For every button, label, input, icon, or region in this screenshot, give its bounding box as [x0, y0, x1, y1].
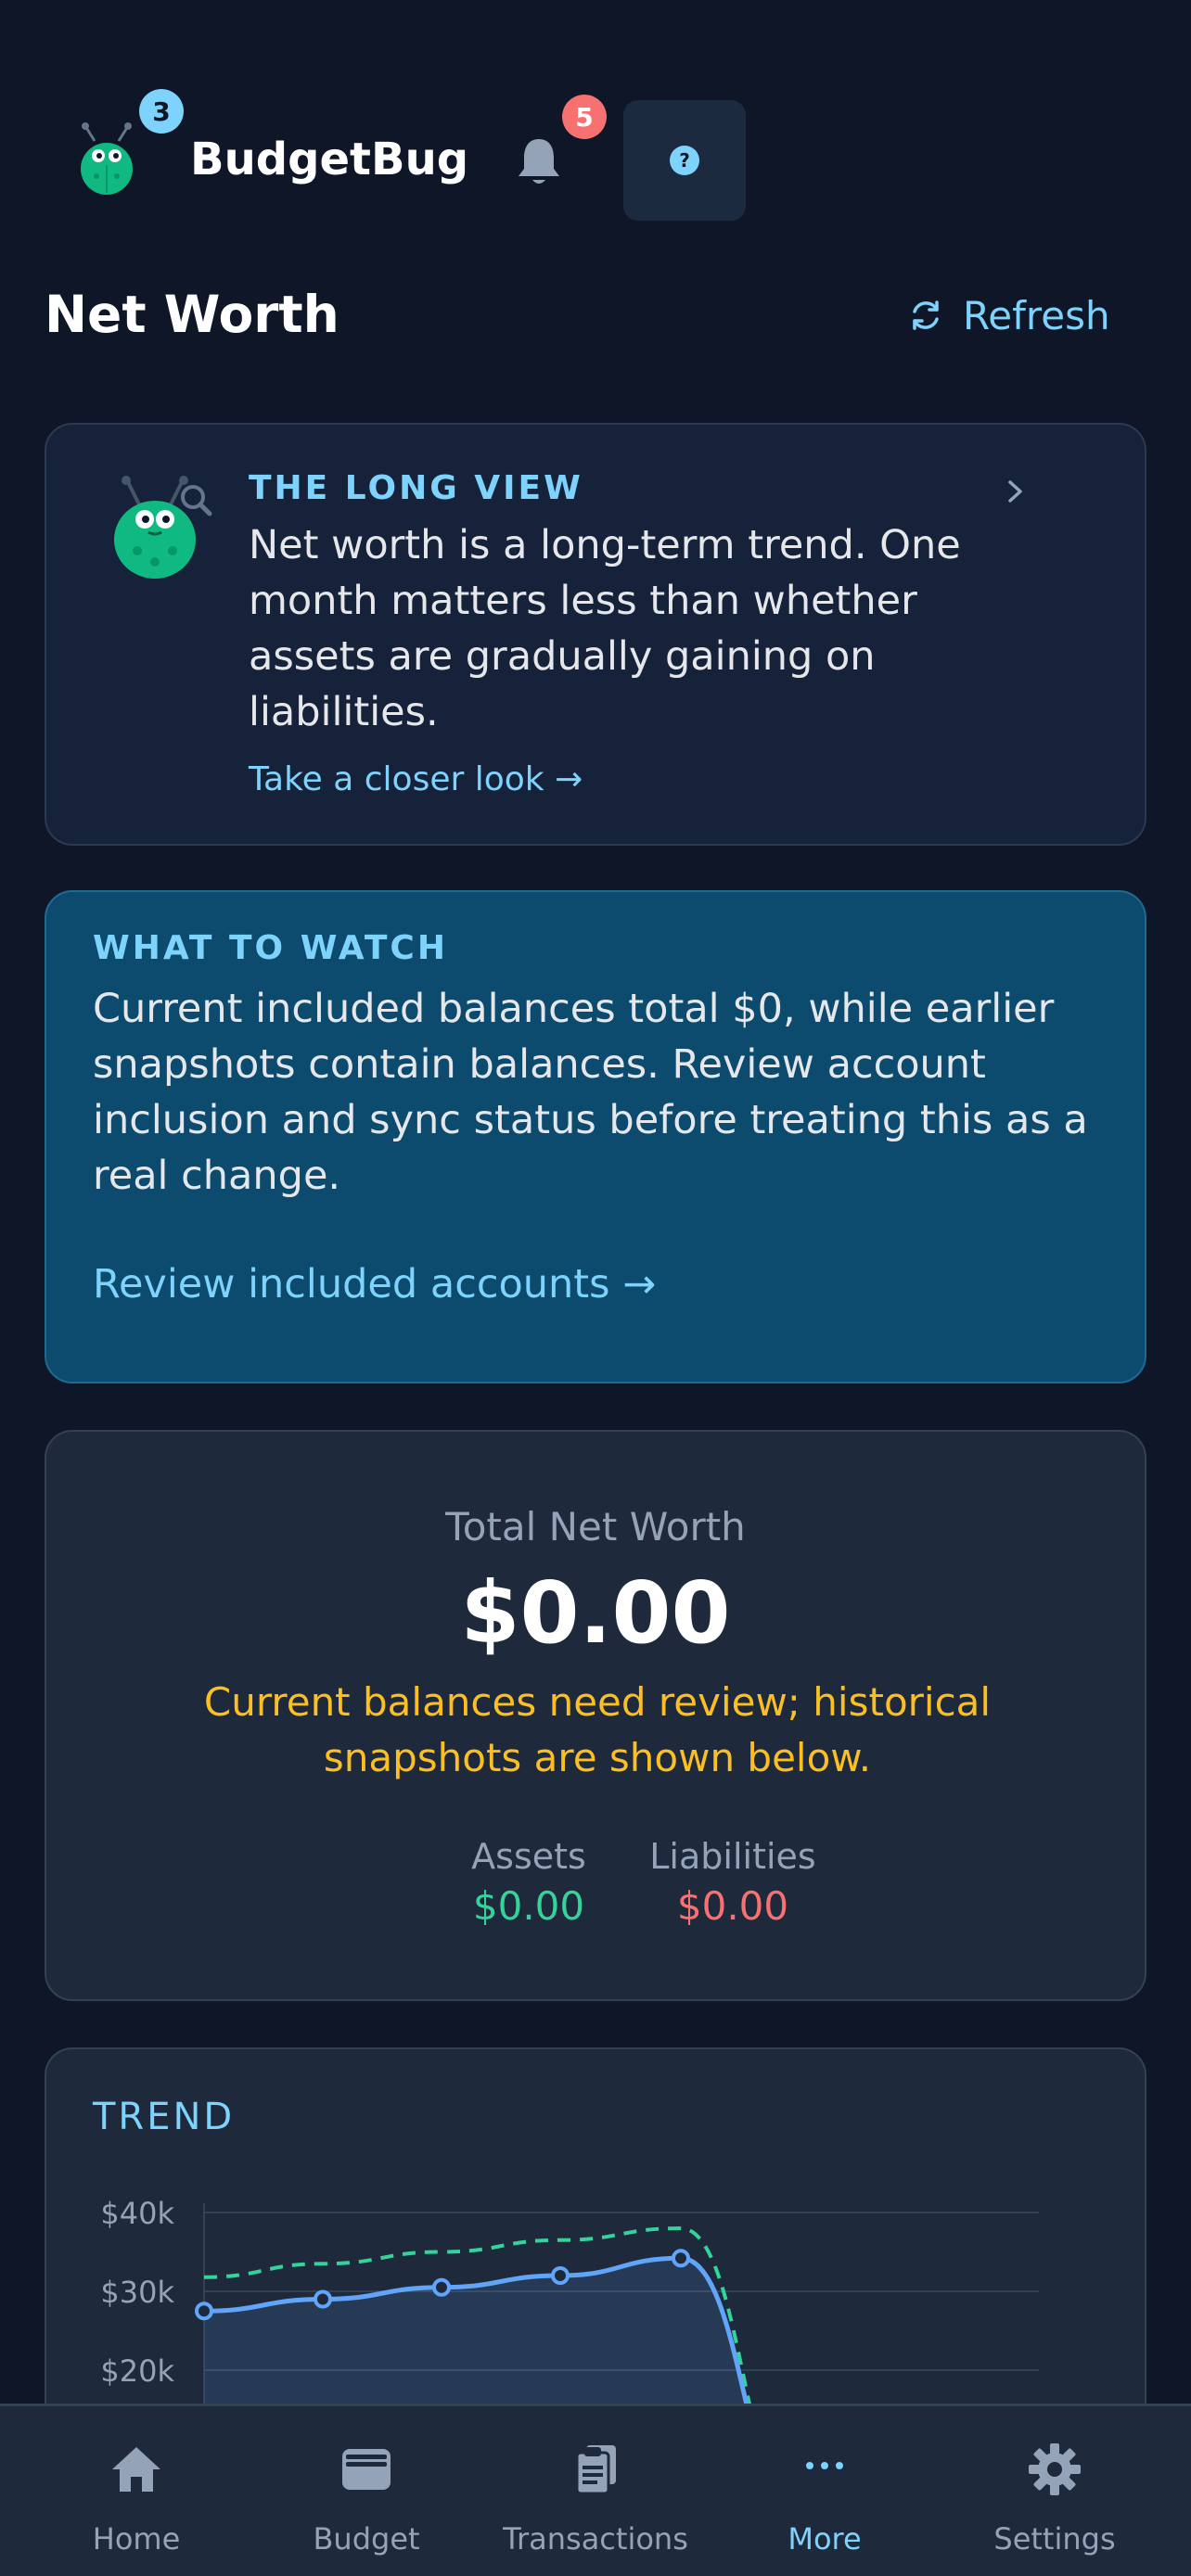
- assets-stat: Assets $0.00: [427, 1832, 631, 1932]
- bottom-nav: Home Budget Transactions More Settings: [0, 2404, 1191, 2576]
- nav-more-label: More: [788, 2521, 862, 2557]
- watch-text: Current included balances total $0, whil…: [93, 986, 1088, 1199]
- more-icon: [806, 2462, 843, 2469]
- total-net-worth-label: Total Net Worth: [445, 1504, 746, 1549]
- nav-settings[interactable]: Settings: [943, 2406, 1166, 2576]
- nav-more[interactable]: More: [713, 2406, 936, 2576]
- tip-text: Net worth is a long-term trend. One mont…: [249, 522, 961, 735]
- bell-icon[interactable]: [515, 135, 563, 187]
- watch-kicker: WHAT TO WATCH: [93, 929, 448, 967]
- nav-home[interactable]: Home: [25, 2406, 248, 2576]
- liabilities-label: Liabilities: [649, 1836, 816, 1877]
- nav-transactions[interactable]: Transactions: [484, 2406, 707, 2576]
- net-worth-summary-card: Total Net Worth $0.00 Current balances n…: [45, 1430, 1146, 2001]
- svg-text:?: ?: [679, 149, 690, 172]
- notifications-badge: 5: [562, 95, 607, 139]
- net-worth-point: [551, 2266, 570, 2285]
- wallet-icon: [342, 2449, 391, 2490]
- logo-badge: 3: [139, 89, 184, 134]
- receipt-icon: [575, 2445, 616, 2495]
- take-closer-look-link[interactable]: Take a closer look →: [249, 760, 583, 798]
- review-included-accounts-link[interactable]: Review included accounts →: [93, 1261, 656, 1307]
- bug-magnifier-icon: [114, 476, 212, 579]
- what-to-watch-card: WHAT TO WATCH Current included balances …: [45, 890, 1146, 1384]
- bug-logo-icon[interactable]: [74, 121, 139, 197]
- y-tick-label: $20k: [100, 2353, 174, 2389]
- question-icon: ?: [670, 146, 699, 175]
- net-worth-point: [432, 2277, 451, 2297]
- home-icon: [112, 2447, 160, 2492]
- net-worth-point: [195, 2302, 213, 2321]
- balance-warning: Current balances need review; historical…: [203, 1679, 992, 1780]
- refresh-icon: [913, 300, 939, 330]
- page-title: Net Worth: [45, 285, 339, 344]
- long-view-tip-card[interactable]: THE LONG VIEW Net worth is a long-term t…: [45, 423, 1146, 846]
- nav-home-label: Home: [92, 2521, 181, 2557]
- liabilities-value: $0.00: [676, 1883, 789, 1929]
- nav-budget-label: Budget: [313, 2521, 420, 2557]
- tip-kicker: THE LONG VIEW: [249, 469, 583, 507]
- liabilities-stat: Liabilities $0.00: [631, 1832, 835, 1932]
- app-name: BudgetBug: [190, 134, 469, 185]
- y-tick-label: $40k: [100, 2196, 174, 2231]
- refresh-label: Refresh: [963, 292, 1110, 338]
- assets-label: Assets: [471, 1836, 586, 1877]
- nav-settings-label: Settings: [993, 2521, 1116, 2557]
- help-button[interactable]: ?: [623, 100, 746, 221]
- app-header: 3 BudgetBug 5 ?: [0, 0, 1191, 269]
- chevron-right-icon[interactable]: [1002, 473, 1030, 510]
- y-tick-label: $30k: [100, 2275, 174, 2310]
- refresh-button[interactable]: Refresh: [907, 286, 1110, 345]
- gear-icon: [1029, 2443, 1081, 2495]
- total-net-worth-value: $0.00: [460, 1563, 731, 1663]
- nav-budget[interactable]: Budget: [255, 2406, 478, 2576]
- net-worth-point: [672, 2249, 690, 2268]
- assets-value: $0.00: [472, 1883, 585, 1929]
- nav-transactions-label: Transactions: [503, 2521, 688, 2557]
- net-worth-point: [314, 2289, 332, 2309]
